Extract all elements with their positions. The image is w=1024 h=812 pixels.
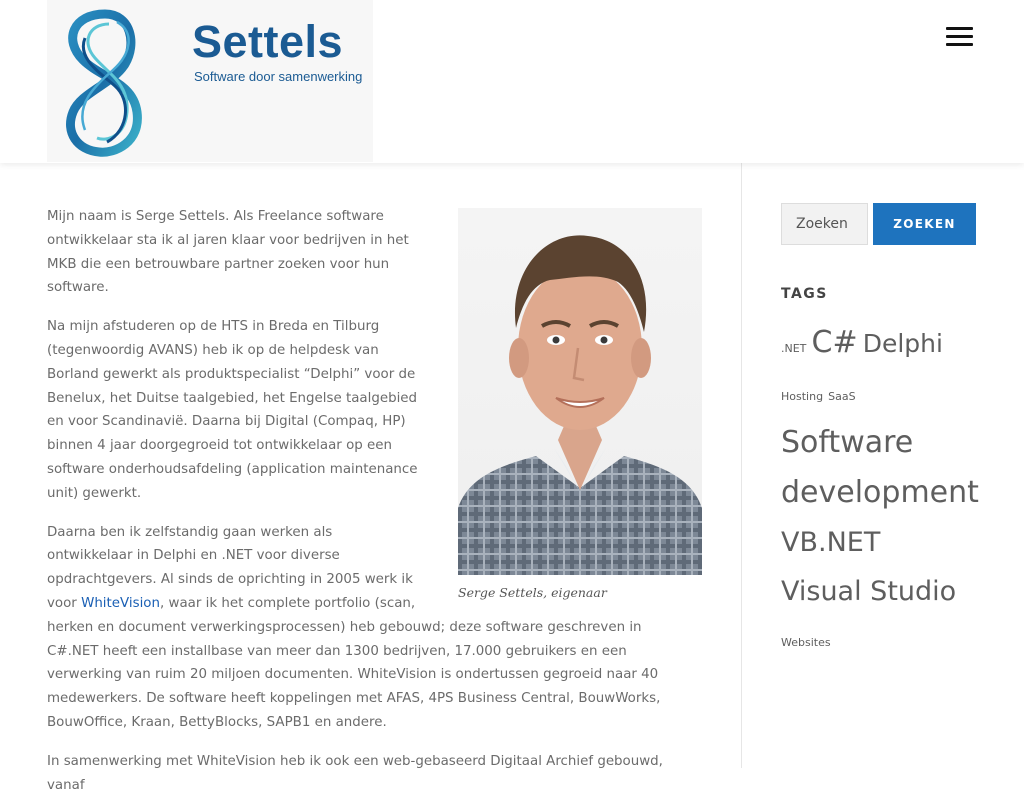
search-input[interactable] bbox=[781, 203, 868, 245]
whitevision-link[interactable]: WhiteVision bbox=[81, 596, 160, 611]
freelance-text-after: , waar ik het complete portfolio (scan, … bbox=[47, 595, 661, 730]
site-header: Settels Software door samenwerking bbox=[0, 0, 1024, 163]
tag-link[interactable]: C# bbox=[812, 325, 858, 360]
author-figure: Serge Settels, eigenaar bbox=[458, 208, 702, 602]
logo-name: Settels bbox=[192, 16, 344, 67]
logo-tagline: Software door samenwerking bbox=[194, 69, 363, 84]
tag-link[interactable]: Websites bbox=[781, 636, 831, 649]
tag-link[interactable]: Visual Studio bbox=[781, 576, 956, 607]
tag-link[interactable]: Software development bbox=[781, 425, 979, 510]
tag-link[interactable]: Delphi bbox=[863, 329, 943, 358]
tag-link[interactable]: .NET bbox=[781, 342, 806, 355]
sidebar-divider bbox=[741, 163, 742, 768]
tags-heading: TAGS bbox=[781, 286, 828, 302]
author-photo bbox=[458, 208, 702, 575]
tag-link[interactable]: VB.NET bbox=[781, 527, 880, 558]
search-button[interactable]: ZOEKEN bbox=[873, 203, 976, 245]
archive-paragraph: In samenwerking met WhiteVision heb ik o… bbox=[47, 753, 663, 793]
sidebar: ZOEKEN TAGS .NET C# Delphi Hosting SaaS … bbox=[781, 203, 981, 666]
site-logo[interactable]: Settels Software door samenwerking bbox=[47, 0, 373, 162]
tag-link[interactable]: SaaS bbox=[828, 390, 855, 403]
main-content: Serge Settels, eigenaar Mijn naam is Ser… bbox=[47, 205, 702, 812]
tag-link[interactable]: Hosting bbox=[781, 390, 823, 403]
tag-cloud: .NET C# Delphi Hosting SaaS Software dev… bbox=[781, 320, 979, 666]
hamburger-menu-icon[interactable] bbox=[946, 27, 973, 49]
logo-swirl-icon bbox=[66, 9, 142, 157]
photo-caption: Serge Settels, eigenaar bbox=[458, 585, 607, 600]
search-form: ZOEKEN bbox=[781, 203, 981, 245]
